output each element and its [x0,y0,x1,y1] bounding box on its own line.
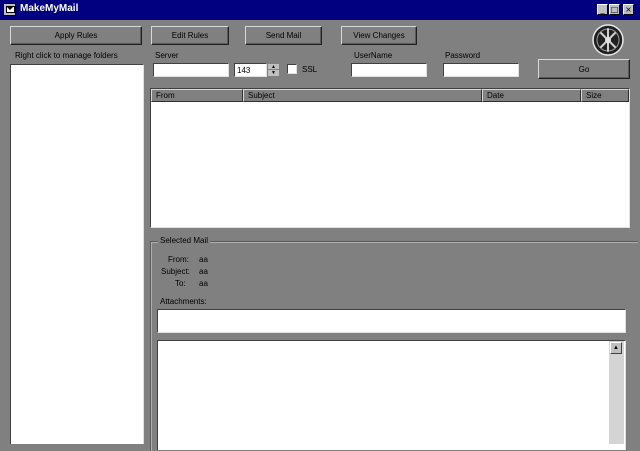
to-label: To: [175,279,186,288]
column-header-from[interactable]: From [151,89,243,102]
send-mail-button[interactable]: Send Mail [245,26,322,45]
view-changes-button[interactable]: View Changes [341,26,417,45]
folder-tree[interactable] [10,64,144,444]
username-input[interactable] [351,63,427,77]
column-header-size[interactable]: Size [581,89,629,102]
port-input[interactable] [234,63,267,77]
from-label: From: [168,255,189,264]
apply-rules-button[interactable]: Apply Rules [10,26,142,45]
mail-list[interactable]: From Subject Date Size [150,88,630,228]
mail-list-header: From Subject Date Size [151,89,629,102]
subject-value: aa [199,267,208,276]
folder-hint-label: Right click to manage folders [15,51,118,60]
mail-body-scrollbar[interactable]: ▲ [609,341,624,444]
ssl-checkbox[interactable] [287,64,297,74]
password-label: Password [445,51,481,60]
subject-label: Subject: [161,267,190,276]
go-button[interactable]: Go [538,59,630,79]
from-value: aa [199,255,208,264]
minimize-button[interactable]: _ [597,4,608,15]
wheel-logo-icon [592,24,624,56]
mail-body-view[interactable] [157,340,626,450]
server-label: Server [155,51,179,60]
selected-mail-title: Selected Mail [158,236,211,245]
server-input[interactable] [153,63,229,77]
ssl-label: SSL [302,65,318,74]
title-bar[interactable]: MakeMyMail _ □ × [0,0,640,20]
scroll-up-icon[interactable]: ▲ [610,342,622,354]
mail-app-icon[interactable] [3,3,16,16]
port-stepper[interactable]: ▲ ▼ [267,63,280,77]
column-header-subject[interactable]: Subject [243,89,482,102]
port-decrement-icon[interactable]: ▼ [268,70,279,76]
window-title: MakeMyMail [20,3,79,14]
column-header-date[interactable]: Date [482,89,581,102]
maximize-button[interactable]: □ [609,4,620,15]
attachments-label: Attachments: [160,297,207,306]
attachments-box[interactable] [157,309,626,333]
to-value: aa [199,279,208,288]
password-input[interactable] [443,63,519,77]
username-label: UserName [354,51,393,60]
close-button[interactable]: × [623,4,634,15]
edit-rules-button[interactable]: Edit Rules [151,26,229,45]
